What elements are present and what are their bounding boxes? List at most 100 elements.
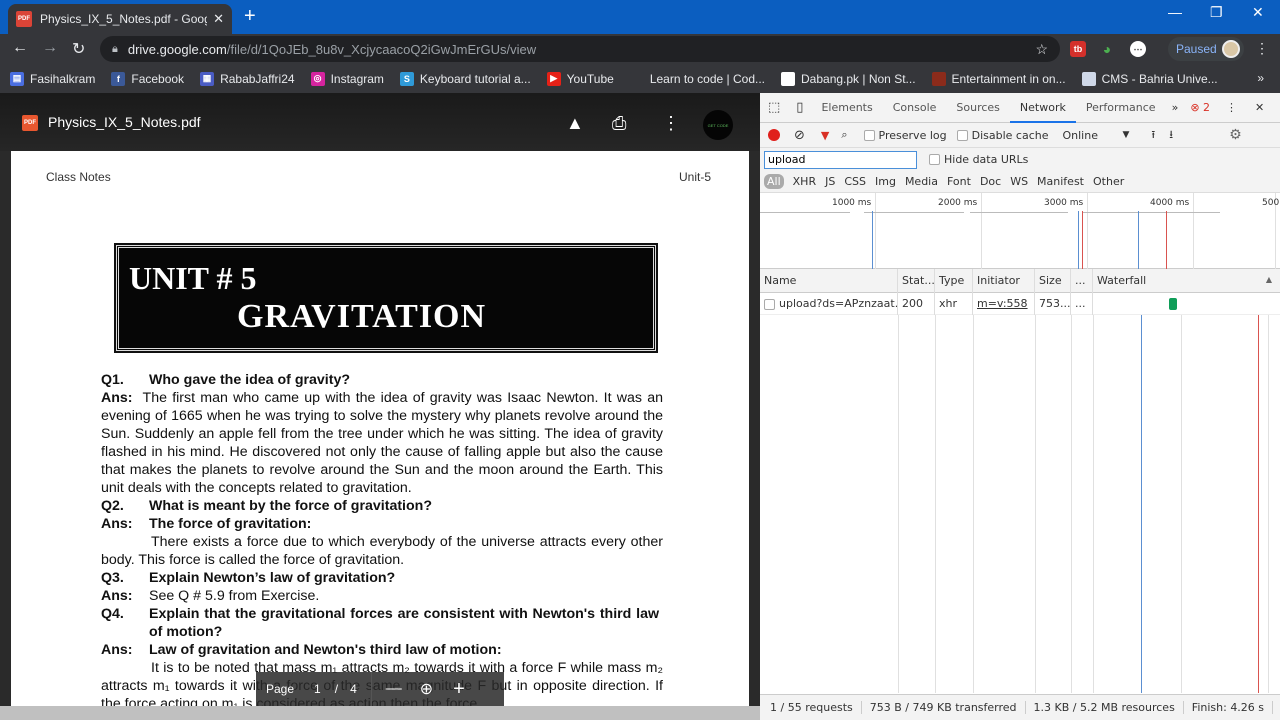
print-icon[interactable]: ⎙ [612,113,626,134]
zoom-out-button[interactable]: — [386,680,402,698]
zoom-in-button[interactable]: + [453,678,465,701]
col-divider [1268,315,1269,693]
filter-icon[interactable]: ▼ [821,129,829,142]
type-filter-media[interactable]: Media [905,175,938,188]
import-har-icon[interactable]: ⭱ [1151,126,1155,145]
error-count: 2 [1203,101,1211,114]
sort-asc-icon[interactable]: ▲ [1266,275,1272,284]
bookmark-item[interactable]: S Keyboard tutorial a... [399,71,531,86]
ans-label: Ans: [101,588,133,604]
export-har-icon[interactable]: ⭳ [1169,126,1173,145]
filter-input[interactable] [764,150,917,169]
add-to-drive-icon[interactable]: ▲ [566,113,584,134]
bookmark-item[interactable]: ▦ RababJaffri24 [200,71,295,86]
bookmark-item[interactable]: ▤ Fasihalkram [10,71,95,86]
close-window-button[interactable]: ✕ [1252,4,1264,21]
bookmark-item[interactable]: f Facebook [111,71,184,86]
tab-sources[interactable]: Sources [946,93,1010,123]
tab-performance[interactable]: Performance [1076,93,1166,123]
timeline-marker [872,211,873,269]
forward-icon[interactable]: → [42,39,58,57]
timeline-gridline [981,193,982,269]
q2-text: What is meant by the force of gravitatio… [149,498,432,514]
reload-icon[interactable]: ↻ [72,39,85,59]
type-filter-other[interactable]: Other [1093,175,1124,188]
type-filter-css[interactable]: CSS [844,175,866,188]
disable-cache-checkbox[interactable] [956,129,968,141]
horizontal-scrollbar[interactable] [0,706,760,720]
close-tab-icon[interactable]: ✕ [213,11,224,27]
type-filter-doc[interactable]: Doc [980,175,1001,188]
hide-data-urls-checkbox[interactable] [929,154,940,165]
clear-icon[interactable]: ⊘ [794,128,805,143]
type-filter-all[interactable]: All [764,174,784,189]
address-bar[interactable]: 🔒︎ drive.google.com /file/d/1QoJEb_8u8v_… [100,36,1060,62]
title-bar: PDF Physics_IX_5_Notes.pdf - Google ✕ + … [0,0,1280,34]
devtools-menu-icon[interactable]: ⋮ [1216,101,1247,114]
col-initiator[interactable]: Initiator [973,269,1035,293]
close-devtools-icon[interactable]: ✕ [1247,101,1272,114]
restore-button[interactable]: ❐ [1210,4,1223,21]
preserve-log-checkbox[interactable] [863,129,875,141]
minimize-button[interactable]: — [1168,4,1182,20]
tab-console[interactable]: Console [883,93,947,123]
inspect-icon[interactable]: ⬚ [760,100,788,115]
col-waterfall[interactable]: Waterfall [1093,269,1280,293]
settings-gear-icon[interactable]: ⚙ [1229,127,1242,143]
bookmark-item[interactable]: Dabang.pk | Non St... [781,71,916,86]
page-header-right: Unit-5 [679,170,712,184]
account-avatar[interactable]: GET CODE [703,110,733,140]
tubebuddy-extension-icon[interactable]: tb [1070,41,1086,57]
bookmark-label: Learn to code | Cod... [649,71,766,86]
chrome-menu-icon[interactable]: ⋮ [1255,40,1269,57]
browser-tab[interactable]: PDF Physics_IX_5_Notes.pdf - Google ✕ [8,4,232,34]
idm-extension-icon[interactable]: ◕ [1099,41,1115,57]
tab-elements[interactable]: Elements [811,93,882,123]
type-filter-img[interactable]: Img [875,175,896,188]
col-size[interactable]: Size [1035,269,1071,293]
col-divider [1071,315,1072,693]
col-type[interactable]: Type [935,269,973,293]
error-icon[interactable]: ⊗ 2 [1184,101,1216,114]
back-icon[interactable]: ← [12,39,28,57]
row-initiator[interactable]: m=v:558 [973,293,1035,315]
throttle-select[interactable]: Online [1063,129,1123,142]
col-name[interactable]: Name [760,269,898,293]
new-tab-button[interactable]: + [244,5,256,28]
col-time[interactable]: ... [1071,269,1093,293]
bookmark-item[interactable]: ◎ Instagram [310,71,384,86]
load-line [1258,315,1259,693]
more-bookmarks-icon[interactable]: » [1257,71,1264,85]
search-icon[interactable]: ⌕ [841,128,847,142]
timeline-track [970,212,1068,213]
timeline-tick: 1000 ms [832,198,872,208]
zoom-icon[interactable]: ⊕ [420,679,433,699]
profile-button[interactable]: Paused [1168,37,1244,61]
type-filter-ws[interactable]: WS [1010,175,1028,188]
bookmark-star-icon[interactable]: ☆ [1035,41,1048,58]
bookmark-item[interactable]: Learn to code | Cod... [629,71,766,86]
table-row[interactable]: upload?ds=APznzaat... 200 xhr m=v:558 75… [760,293,1280,315]
timeline-tick: 500 [1262,198,1280,208]
bookmark-favicon-icon: ▤ [10,71,24,86]
bookmark-item[interactable]: ▶ YouTube [546,71,614,86]
tab-network[interactable]: Network [1009,93,1076,123]
device-toolbar-icon[interactable]: ▯ [788,100,811,115]
chevron-down-icon[interactable]: ▼ [1123,130,1130,140]
type-filter-font[interactable]: Font [947,175,971,188]
col-status[interactable]: Stat... [898,269,935,293]
vertical-scrollbar[interactable] [749,151,760,720]
more-tabs-icon[interactable]: » [1166,101,1185,114]
type-filter-xhr[interactable]: XHR [793,175,816,188]
more-options-icon[interactable]: ⋮ [662,113,680,134]
type-filter-js[interactable]: JS [825,175,835,188]
timeline-overview[interactable]: 1000 ms 2000 ms 3000 ms 4000 ms 500 [760,193,1280,269]
col-divider [1035,315,1036,693]
extension-icon[interactable]: ⋯ [1130,41,1146,57]
record-icon[interactable] [768,129,780,141]
type-filter-manifest[interactable]: Manifest [1037,175,1084,188]
current-page[interactable]: 1 [314,682,321,696]
bookmark-item[interactable]: CMS - Bahria Unive... [1081,71,1218,86]
bookmark-item[interactable]: Entertainment in on... [931,71,1066,86]
q2-number: Q2. [101,498,124,514]
